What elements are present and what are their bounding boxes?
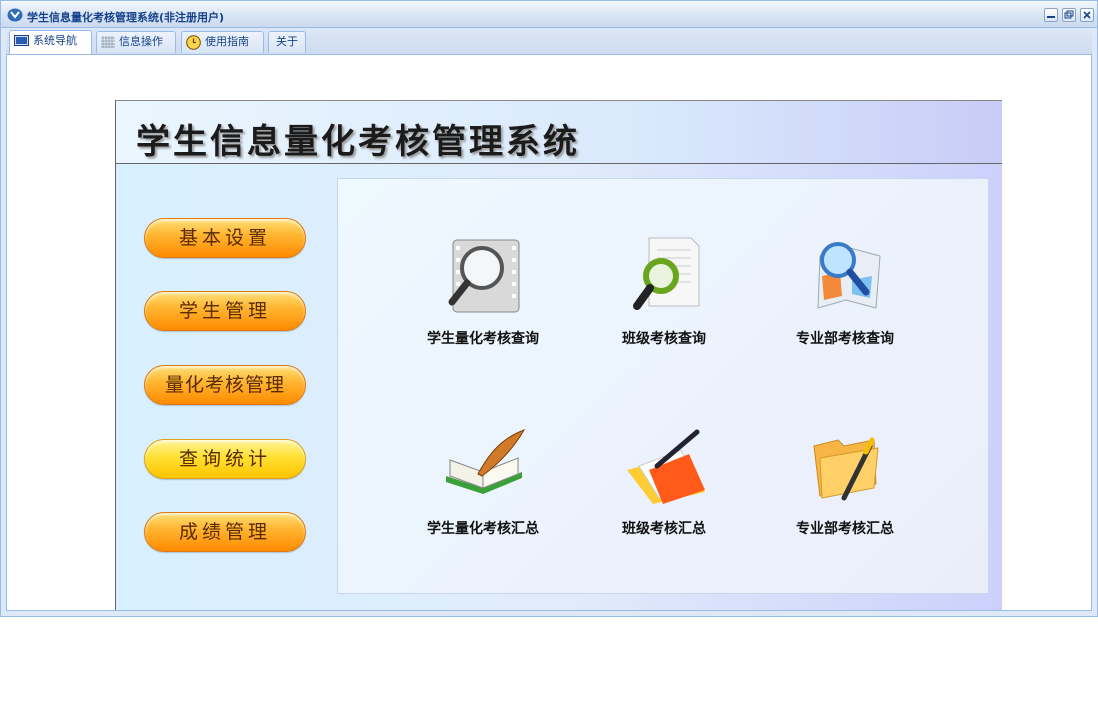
folder-pen-icon [627, 429, 705, 504]
item-label: 班级考核汇总 [622, 521, 706, 537]
tab-user-guide[interactable]: 使用指南 [181, 31, 264, 53]
quantitative-assessment-button[interactable]: 量化考核管理 [144, 365, 306, 405]
grade-management-button[interactable]: 成绩管理 [144, 512, 306, 552]
tab-label: 信息操作 [119, 35, 163, 48]
department-assessment-query[interactable]: 专业部考核查询 [770, 236, 920, 348]
query-statistics-button[interactable]: 查询统计 [144, 439, 306, 479]
tab-system-nav[interactable]: 系统导航 [9, 30, 92, 54]
item-label: 学生量化考核汇总 [427, 521, 539, 537]
document-search-icon [633, 237, 700, 310]
tab-strip: 系统导航 信息操作 使用指南 关于 [6, 28, 1092, 55]
item-label: 学生量化考核查询 [427, 331, 539, 347]
close-icon [1083, 11, 1091, 19]
main-panel: 学生信息量化考核管理系统 基本设置 学生管理 量化考核管理 查询统计 成绩管理 … [115, 100, 1002, 610]
app-logo-icon [7, 8, 23, 22]
map-search-icon [817, 242, 881, 309]
restore-button[interactable] [1062, 8, 1076, 22]
item-label: 专业部考核查询 [796, 331, 894, 347]
folder-pencil-icon [813, 437, 879, 501]
department-assessment-summary[interactable]: 专业部考核汇总 [770, 426, 920, 538]
tab-about[interactable]: 关于 [268, 31, 306, 53]
tab-info-ops[interactable]: 信息操作 [96, 31, 176, 53]
monitor-icon [14, 35, 29, 46]
system-header: 学生信息量化考核管理系统 [116, 101, 1002, 164]
student-management-button[interactable]: 学生管理 [144, 291, 306, 331]
minimize-icon [1047, 16, 1055, 18]
film-magnifier-icon [448, 239, 520, 313]
function-area: 学生量化考核查询 班级考核查询 专业部考核查询 学生量化考核汇总 班级考核汇总 … [337, 178, 989, 594]
page-title: 学生信息量化考核管理系统 [136, 122, 580, 162]
basic-settings-button[interactable]: 基本设置 [144, 218, 306, 258]
class-assessment-summary[interactable]: 班级考核汇总 [589, 426, 739, 538]
student-assessment-query[interactable]: 学生量化考核查询 [408, 236, 558, 348]
title-bar[interactable]: 学生信息量化考核管理系统(非注册用户) [1, 1, 1097, 28]
class-assessment-query[interactable]: 班级考核查询 [589, 236, 739, 348]
student-assessment-summary[interactable]: 学生量化考核汇总 [408, 426, 558, 538]
window-title: 学生信息量化考核管理系统(非注册用户) [27, 11, 225, 24]
restore-icon [1064, 10, 1074, 19]
tab-label: 使用指南 [205, 35, 249, 48]
close-button[interactable] [1080, 8, 1094, 22]
item-label: 专业部考核汇总 [796, 521, 894, 537]
minimize-button[interactable] [1044, 8, 1058, 22]
book-quill-icon [446, 429, 526, 494]
tab-label: 关于 [276, 35, 298, 48]
grid-icon [101, 36, 115, 48]
tab-label: 系统导航 [33, 34, 77, 47]
clock-icon [186, 34, 201, 50]
item-label: 班级考核查询 [622, 331, 706, 347]
